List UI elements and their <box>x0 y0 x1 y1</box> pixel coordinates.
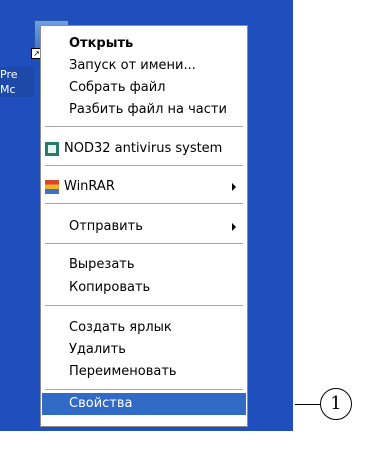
submenu-arrow-icon <box>232 223 236 231</box>
menu-item-assemble-file[interactable]: Собрать файл <box>42 77 246 99</box>
menu-separator <box>45 165 243 166</box>
menu-item-run-as[interactable]: Запуск от имени... <box>42 55 246 77</box>
menu-separator <box>45 203 243 204</box>
callout-line <box>295 404 320 405</box>
menu-item-open[interactable]: Открыть <box>42 33 246 55</box>
menu-separator <box>45 126 243 127</box>
menu-item-send-to[interactable]: Отправить <box>42 216 246 238</box>
menu-item-nod32-label: NOD32 antivirus system <box>64 141 223 156</box>
menu-separator <box>45 305 243 306</box>
menu-item-rename[interactable]: Переименовать <box>42 361 246 383</box>
menu-item-copy[interactable]: Копировать <box>42 277 246 299</box>
desktop-icon-label-line-1[interactable]: Pre <box>0 67 34 82</box>
nod32-icon <box>45 142 59 156</box>
menu-item-nod32[interactable]: NOD32 antivirus system <box>42 138 246 160</box>
menu-separator <box>45 243 243 244</box>
menu-item-winrar-label: WinRAR <box>64 179 115 194</box>
context-menu: Открыть Запуск от имени... Собрать файл … <box>40 25 248 427</box>
menu-item-create-shortcut[interactable]: Создать ярлык <box>42 317 246 339</box>
menu-item-properties[interactable]: Свойства <box>42 393 246 415</box>
submenu-arrow-icon <box>232 183 236 191</box>
menu-item-winrar[interactable]: WinRAR <box>42 176 246 198</box>
menu-item-delete[interactable]: Удалить <box>42 339 246 361</box>
callout-number-badge: 1 <box>320 388 352 420</box>
menu-separator <box>45 389 243 390</box>
menu-item-split-file[interactable]: Разбить файл на части <box>42 99 246 121</box>
desktop-icon-label-line-2[interactable]: Mc <box>0 82 34 97</box>
menu-item-cut[interactable]: Вырезать <box>42 254 246 276</box>
desktop-background: ↗ Pre Mc Открыть Запуск от имени... Собр… <box>0 0 293 431</box>
menu-item-send-to-label: Отправить <box>69 219 143 234</box>
winrar-icon <box>45 180 59 194</box>
